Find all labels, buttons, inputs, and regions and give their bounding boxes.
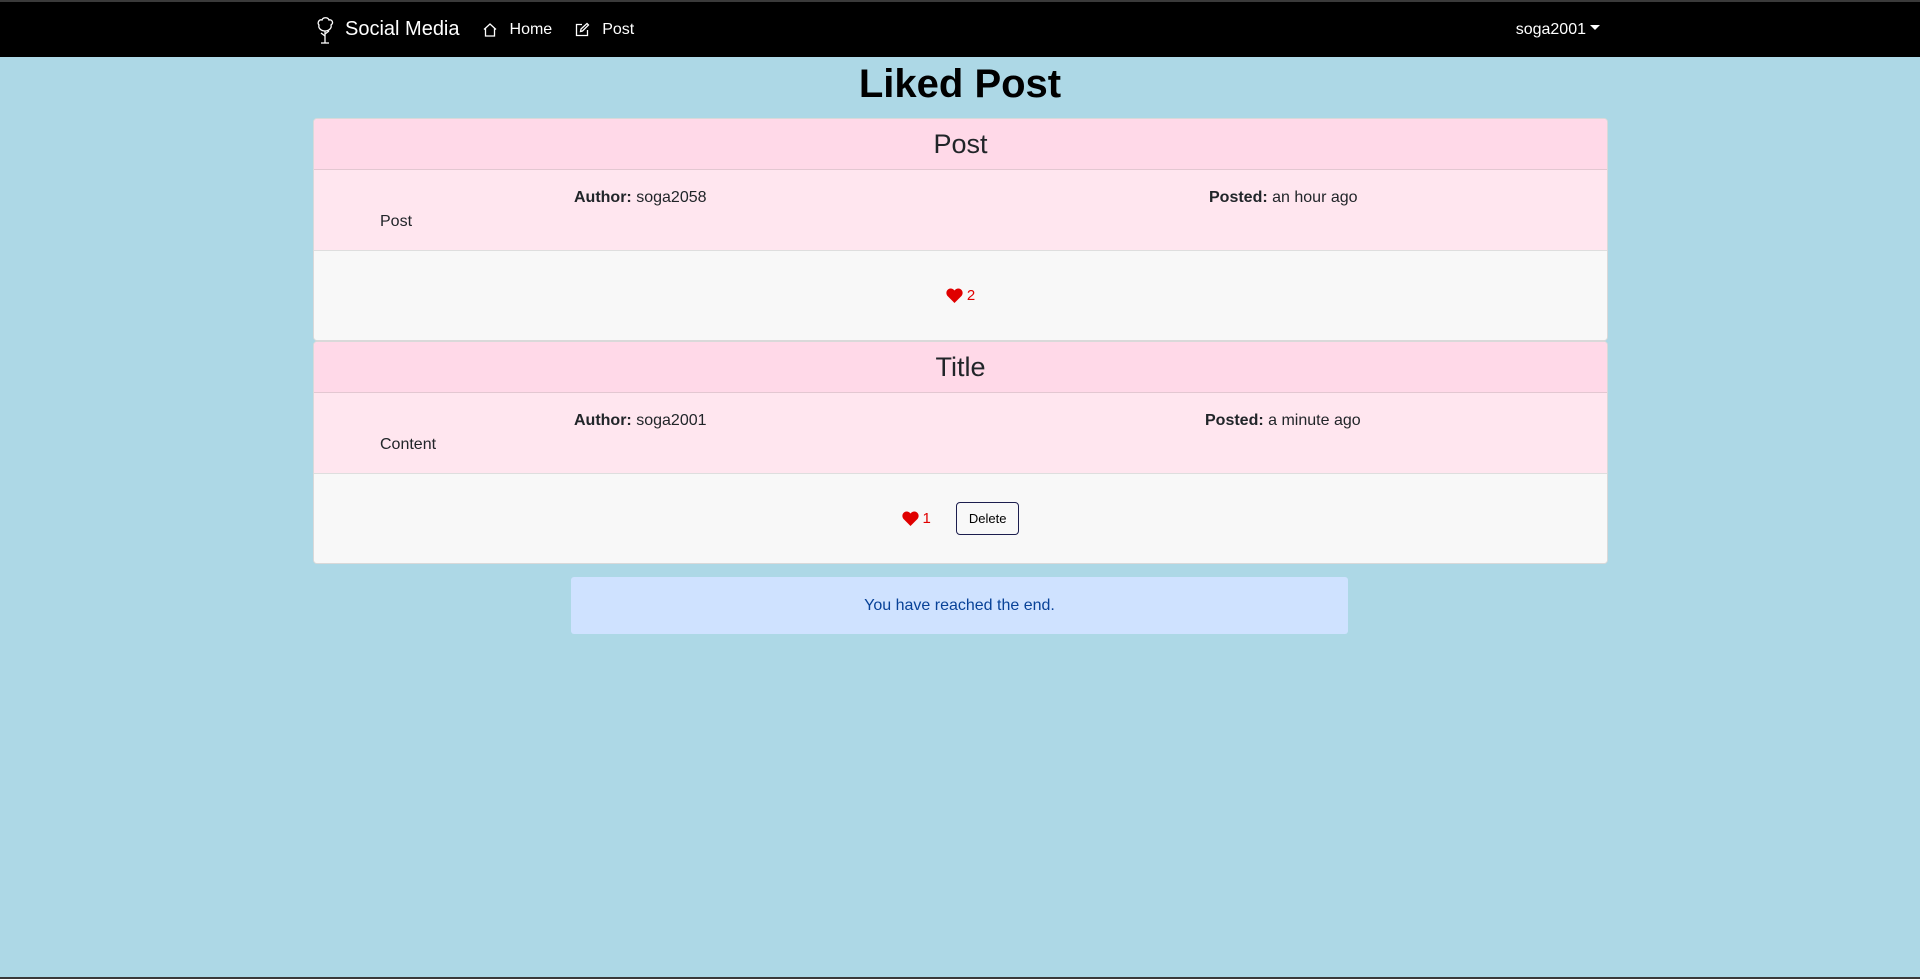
like-count: 1 xyxy=(922,510,931,527)
post-author: Author: soga2001 xyxy=(574,412,707,430)
post-card: Post Author: soga2058 Posted: an hour ag… xyxy=(313,118,1608,341)
posted-time: a minute ago xyxy=(1268,412,1361,429)
post-title: Title xyxy=(314,342,1607,393)
user-name: soga2001 xyxy=(1515,20,1586,38)
tree-icon xyxy=(313,16,337,44)
heart-icon xyxy=(901,511,919,526)
author-name: soga2001 xyxy=(636,412,707,429)
heart-icon xyxy=(946,288,963,303)
post-author: Author: soga2058 xyxy=(574,189,707,207)
post-content: Content xyxy=(380,436,437,453)
author-label: Author: xyxy=(574,189,632,206)
home-icon xyxy=(482,22,498,38)
like-button[interactable]: 1 xyxy=(901,510,931,527)
post-footer: 2 xyxy=(314,251,1607,340)
nav-link-post[interactable]: Post xyxy=(574,21,634,39)
posted-time: an hour ago xyxy=(1272,189,1358,206)
edit-icon xyxy=(574,22,590,38)
post-card: Title Author: soga2001 Posted: a minute … xyxy=(313,341,1608,564)
user-dropdown[interactable]: soga2001 xyxy=(1516,21,1600,39)
author-label: Author: xyxy=(574,412,632,429)
caret-down-icon xyxy=(1590,25,1600,30)
delete-button[interactable]: Delete xyxy=(955,502,1020,535)
like-button[interactable]: 2 xyxy=(946,287,975,304)
end-of-feed-alert: You have reached the end. xyxy=(571,577,1348,634)
page-title: Liked Post xyxy=(858,62,1062,106)
post-body: Author: soga2001 Posted: a minute ago Co… xyxy=(314,393,1607,474)
like-count: 2 xyxy=(966,287,976,304)
author-name: soga2058 xyxy=(636,189,707,206)
brand-link[interactable]: Social Media xyxy=(313,16,460,44)
post-timestamp: Posted: an hour ago xyxy=(1209,189,1358,207)
nav-link-post-label: Post xyxy=(602,20,635,38)
posted-label: Posted: xyxy=(1209,189,1268,206)
navbar-inner: Social Media Home Post soga2001 xyxy=(313,2,1600,57)
post-title: Post xyxy=(314,119,1607,170)
nav-link-home[interactable]: Home xyxy=(482,20,553,39)
post-timestamp: Posted: a minute ago xyxy=(1205,412,1361,430)
nav-link-home-label: Home xyxy=(509,20,553,38)
post-footer: 1 Delete xyxy=(314,474,1607,563)
navbar: Social Media Home Post soga2001 xyxy=(0,2,1920,57)
brand-text: Social Media xyxy=(345,18,460,40)
posted-label: Posted: xyxy=(1205,412,1264,429)
post-content: Post xyxy=(380,213,413,230)
post-body: Author: soga2058 Posted: an hour ago Pos… xyxy=(314,170,1607,251)
